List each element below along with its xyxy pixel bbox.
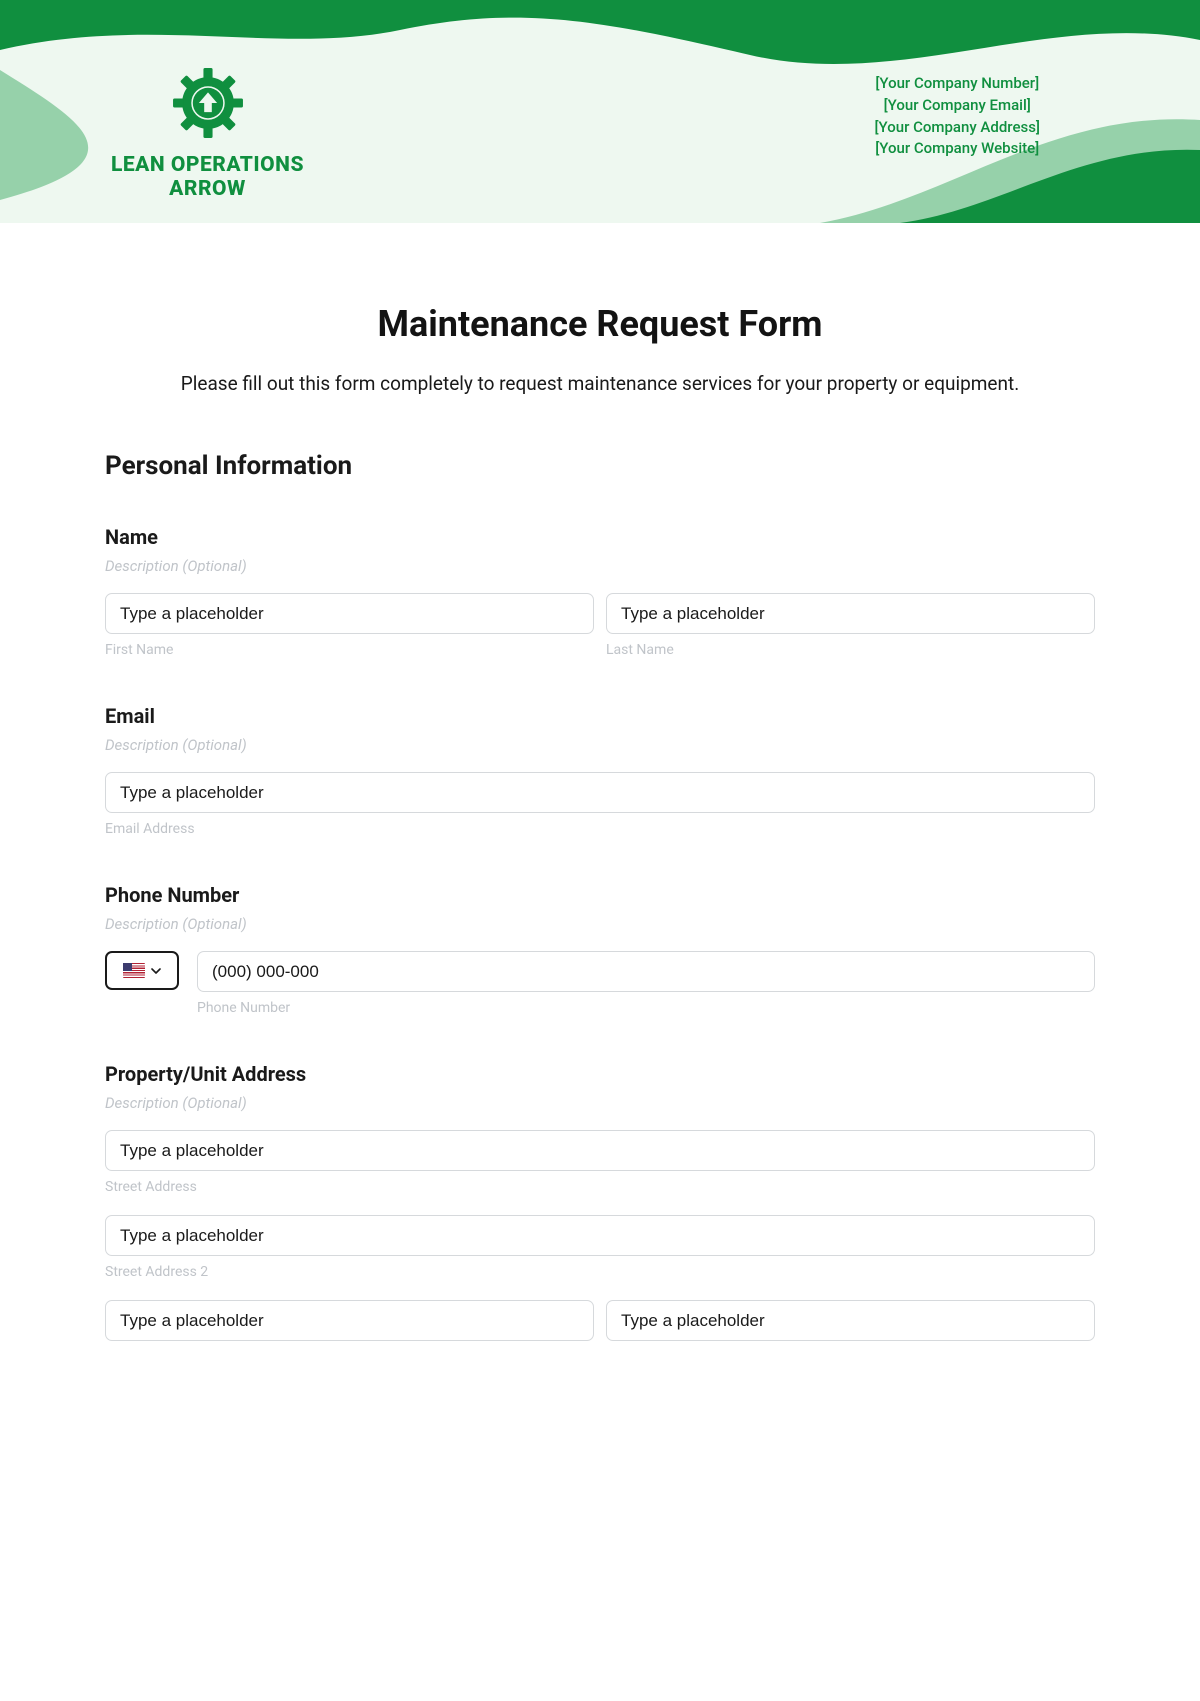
email-label: Email bbox=[105, 704, 1095, 728]
name-label: Name bbox=[105, 525, 1095, 549]
field-email: Email Description (Optional) Email Addre… bbox=[105, 704, 1095, 837]
field-phone: Phone Number Description (Optional) Phon… bbox=[105, 883, 1095, 1016]
chevron-down-icon bbox=[151, 966, 161, 976]
company-email: [Your Company Email] bbox=[874, 95, 1040, 117]
street-address-2-sublabel: Street Address 2 bbox=[105, 1264, 1095, 1280]
email-description: Description (Optional) bbox=[105, 736, 1095, 754]
form-title: Maintenance Request Form bbox=[105, 303, 1095, 345]
us-flag-icon bbox=[123, 963, 145, 978]
last-name-sublabel: Last Name bbox=[606, 642, 1095, 658]
phone-description: Description (Optional) bbox=[105, 915, 1095, 933]
first-name-input[interactable] bbox=[105, 593, 594, 634]
name-description: Description (Optional) bbox=[105, 557, 1095, 575]
phone-label: Phone Number bbox=[105, 883, 1095, 907]
phone-input[interactable] bbox=[197, 951, 1095, 992]
email-input[interactable] bbox=[105, 772, 1095, 813]
header-banner: LEAN OPERATIONS ARROW [Your Company Numb… bbox=[0, 0, 1200, 223]
first-name-sublabel: First Name bbox=[105, 642, 594, 658]
company-contact-info: [Your Company Number] [Your Company Emai… bbox=[874, 73, 1040, 160]
street-address-2-input[interactable] bbox=[105, 1215, 1095, 1256]
gear-arrow-icon bbox=[170, 65, 246, 141]
company-logo-block: LEAN OPERATIONS ARROW bbox=[75, 65, 340, 201]
company-website: [Your Company Website] bbox=[874, 138, 1040, 160]
address-label: Property/Unit Address bbox=[105, 1062, 1095, 1086]
field-address: Property/Unit Address Description (Optio… bbox=[105, 1062, 1095, 1341]
street-address-sublabel: Street Address bbox=[105, 1179, 1095, 1195]
phone-sublabel: Phone Number bbox=[197, 1000, 1095, 1016]
last-name-input[interactable] bbox=[606, 593, 1095, 634]
field-name: Name Description (Optional) First Name L… bbox=[105, 525, 1095, 658]
company-number: [Your Company Number] bbox=[874, 73, 1040, 95]
address-description: Description (Optional) bbox=[105, 1094, 1095, 1112]
company-name: LEAN OPERATIONS ARROW bbox=[75, 153, 340, 201]
company-address: [Your Company Address] bbox=[874, 117, 1040, 139]
city-input[interactable] bbox=[105, 1300, 594, 1341]
email-sublabel: Email Address bbox=[105, 821, 1095, 837]
street-address-input[interactable] bbox=[105, 1130, 1095, 1171]
state-input[interactable] bbox=[606, 1300, 1095, 1341]
section-personal-info: Personal Information bbox=[105, 451, 1095, 481]
form-subtitle: Please fill out this form completely to … bbox=[105, 369, 1095, 399]
country-code-select[interactable] bbox=[105, 951, 179, 990]
